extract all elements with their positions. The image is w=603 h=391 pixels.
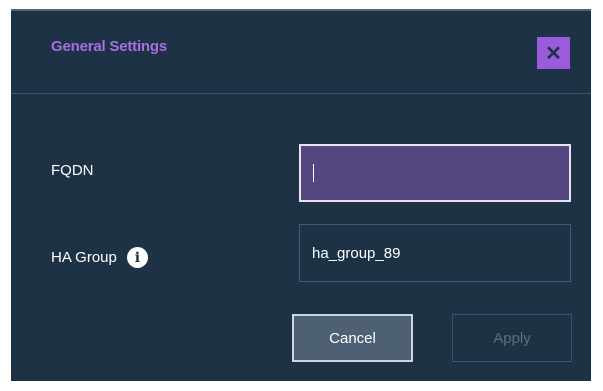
fqdn-input[interactable] <box>299 144 571 202</box>
close-icon: ✕ <box>545 42 562 65</box>
general-settings-dialog: General Settings ✕ FQDN HA Group i ha_gr… <box>11 9 591 381</box>
ha-group-input[interactable]: ha_group_89 <box>299 224 571 282</box>
close-button[interactable]: ✕ <box>537 37 570 69</box>
apply-button[interactable]: Apply <box>452 314 572 362</box>
info-icon[interactable]: i <box>126 247 148 268</box>
dialog-header: General Settings ✕ <box>11 9 591 94</box>
text-cursor <box>313 164 314 182</box>
dialog-title: General Settings <box>51 38 168 55</box>
fqdn-label: FQDN <box>51 162 94 179</box>
ha-group-label-row: HA Group i <box>51 247 148 268</box>
ha-group-label: HA Group <box>51 249 117 266</box>
ha-group-value: ha_group_89 <box>312 244 401 262</box>
cancel-button[interactable]: Cancel <box>292 314 413 362</box>
